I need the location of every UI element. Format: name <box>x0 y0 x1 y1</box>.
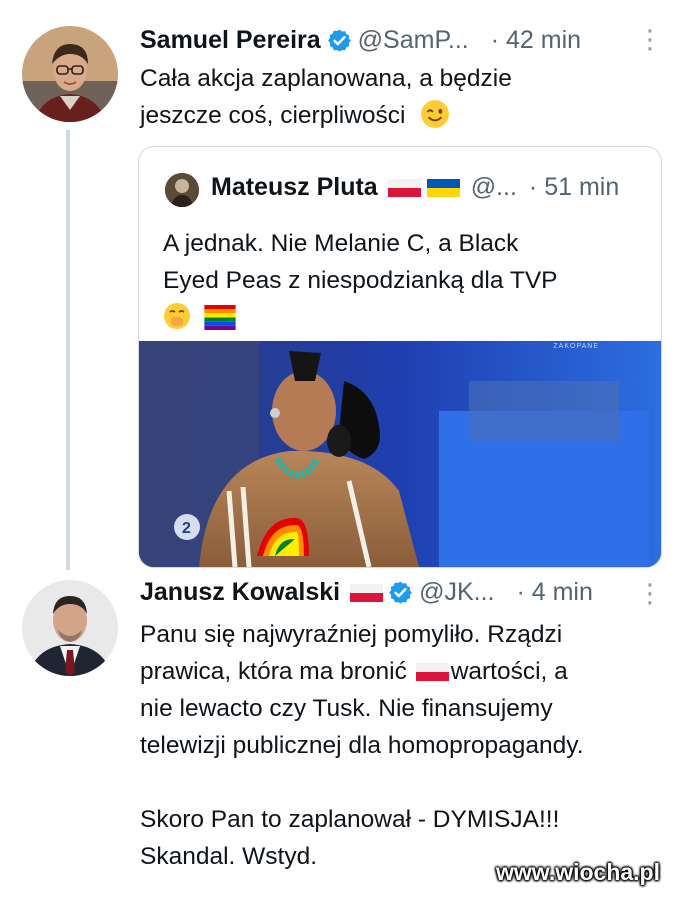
thread-connector-line <box>66 130 70 570</box>
verified-badge-icon <box>327 29 351 52</box>
tweet-text-line: nie lewacto czy Tusk. Nie finansujemy <box>140 695 553 722</box>
tweet-text-line: Cała akcja zaplanowana, a będzie <box>140 65 512 92</box>
tweet-text-blank <box>140 764 584 801</box>
tweet-timestamp[interactable]: · 42 min <box>491 26 581 55</box>
verified-badge-icon <box>389 581 413 604</box>
quoted-tweet-text: A jednak. Nie Melanie C, a Black Eyed Pe… <box>163 225 558 336</box>
tweet-text-line: jeszcze coś, cierpliwości <box>140 97 512 134</box>
tweet-text-line: telewizji publicznej dla homopropagandy. <box>140 732 584 759</box>
quoted-author-handle[interactable]: @... <box>471 173 517 202</box>
tweet-timestamp[interactable]: · 4 min <box>516 578 592 607</box>
poland-flag-icon <box>350 583 384 602</box>
tweet2-text: Panu się najwyraźniej pomyliło. Rządzi p… <box>140 616 584 875</box>
quoted-emoji-line <box>163 299 558 336</box>
performer-photo: 2 <box>139 341 661 567</box>
tweet-text-line: Panu się najwyraźniej pomyliło. Rządzi <box>140 621 563 648</box>
quoted-text-line: A jednak. Nie Melanie C, a Black <box>163 230 519 257</box>
quoted-tweet-image[interactable]: 2 ZAKOPANE <box>139 341 661 567</box>
quoted-text-line: Eyed Peas z niespodzianką dla TVP <box>163 267 558 294</box>
tweet-text-line: prawica, która ma bronić wartości, a <box>140 653 584 690</box>
tweet1-text: Cała akcja zaplanowana, a będzie jeszcze… <box>140 60 512 134</box>
rainbow-flag-icon <box>204 305 236 330</box>
tweet-text-line: Skoro Pan to zaplanował - DYMISJA!!! <box>140 806 560 833</box>
tweet2-header: Janusz Kowalski @JK... · 4 min <box>140 578 593 607</box>
quoted-tweet-header: Mateusz Pluta @... · 51 min <box>211 173 619 202</box>
more-options-icon[interactable]: ⋮ <box>637 580 663 606</box>
wink-emoji-icon <box>421 100 450 128</box>
broadcast-location-tag: ZAKOPANE <box>553 343 599 350</box>
author-handle[interactable]: @SamP... <box>358 26 469 55</box>
poland-flag-icon <box>415 663 449 681</box>
more-options-icon[interactable]: ⋮ <box>637 26 663 52</box>
avatar-samuel-pereira[interactable] <box>22 26 118 122</box>
quoted-tweet-timestamp[interactable]: · 51 min <box>529 173 619 202</box>
tweet1-header: Samuel Pereira @SamP... · 42 min <box>140 26 581 55</box>
site-watermark: www.wiocha.pl <box>496 859 660 885</box>
ukraine-flag-icon <box>426 178 460 197</box>
poland-flag-icon <box>387 178 421 197</box>
tweet-text-fragment: jeszcze coś, cierpliwości <box>140 102 406 129</box>
avatar-mateusz-pluta[interactable] <box>165 173 199 207</box>
quoted-author-name[interactable]: Mateusz Pluta <box>211 173 378 202</box>
quoted-tweet-card[interactable]: Mateusz Pluta @... · 51 min A jednak. Ni… <box>138 146 662 568</box>
channel-logo: 2 <box>182 520 191 537</box>
tweet-text-fragment: wartości, a <box>450 658 568 685</box>
author-name[interactable]: Samuel Pereira <box>140 26 321 55</box>
hand-over-mouth-emoji-icon <box>164 303 190 329</box>
author-handle[interactable]: @JK... <box>419 578 494 607</box>
author-name[interactable]: Janusz Kowalski <box>140 578 340 607</box>
tweet-text-fragment: prawica, która ma bronić <box>140 658 407 685</box>
avatar-janusz-kowalski[interactable] <box>22 580 118 676</box>
